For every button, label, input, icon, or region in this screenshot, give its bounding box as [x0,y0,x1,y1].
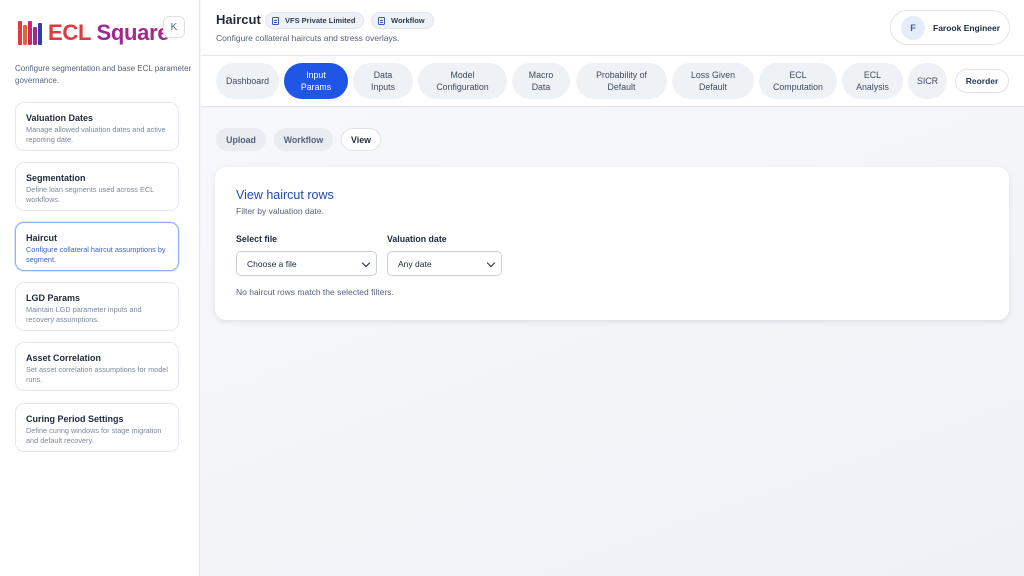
tab-label-line2: Analysis [856,82,889,92]
company-badge-label: VFS Private Limited [285,16,356,25]
sidebar-item-title: Curing Period Settings [26,414,124,424]
tab-label: Loss Given [690,70,735,80]
sidebar-item-title: Segmentation [26,173,86,183]
tab-label: SICR [916,76,939,86]
tab-input-params[interactable]: Input Params [284,63,348,99]
select-file-label: Select file [236,234,278,244]
tab-label-line2: Params [300,82,332,92]
logo-text-ecl: ECL [48,20,91,45]
logo-bars-icon [18,21,44,45]
tab-label: ECL [863,70,882,80]
tab-probability-of-default[interactable]: Probability of Default [576,63,667,99]
sidebar-item-title: Valuation Dates [26,113,94,123]
card-subtitle: Filter by valuation date. [236,206,324,216]
tab-dashboard[interactable]: Dashboard [216,63,279,99]
tab-label: Probability of [596,70,647,80]
page-header: Haircut VFS Private Limited Workflow Con… [201,0,1024,56]
main-content: Upload Workflow View View haircut rows F… [201,108,1024,576]
sidebar-item-title: Asset Correlation [26,353,102,363]
building-icon [272,16,279,25]
sidebar-item-subtitle: Define curing windows for stage migratio… [26,426,162,445]
module-tabs: Dashboard Input Params Data Inputs Model Co… [201,56,1024,107]
sidebar-item-haircut[interactable]: Haircut Configure collateral haircut ass… [15,222,179,271]
user-name: Farook Engineer [933,22,1001,33]
tab-sicr[interactable]: SICR [908,63,947,99]
tab-label: Model [450,70,475,80]
tab-label-line2: Inputs [371,82,395,92]
empty-state-message: No haircut rows match the selected filte… [236,287,394,297]
sidebar-item-curing-period-settings[interactable]: Curing Period Settings Define curing win… [15,403,179,452]
avatar: F [901,15,925,40]
chevron-down-icon [361,258,371,268]
sidebar: ECL Square K Configure segmentation and … [0,0,200,576]
sidebar-item-subtitle: Maintain LGD parameter inputs and recove… [26,305,142,324]
tab-ecl-computation[interactable]: ECL Computation [759,63,837,99]
tab-label: Input [306,70,326,80]
tab-macro-data[interactable]: Macro Data [512,63,570,99]
reorder-button[interactable]: Reorder [955,69,1009,93]
tab-model-configuration[interactable]: Model Configuration [418,63,507,99]
workflow-icon [378,16,385,25]
sidebar-item-valuation-dates[interactable]: Valuation Dates Manage allowed valuation… [15,102,179,151]
page-title: Haircut [216,12,261,27]
sidebar-item-subtitle: Set asset correlation assumptions for mo… [26,365,168,384]
logo-text: ECL Square [48,20,170,46]
company-badge[interactable]: VFS Private Limited [265,12,365,29]
tab-label-line2: Configuration [436,82,489,92]
card-title: View haircut rows [236,188,334,202]
tab-data-inputs[interactable]: Data Inputs [353,63,413,99]
workflow-badge[interactable]: Workflow [371,12,434,29]
subtab-workflow[interactable]: Workflow [274,128,333,151]
subtab-view[interactable]: View [341,128,381,151]
tab-label: Macro [528,70,554,80]
tab-label: Dashboard [225,76,270,86]
sidebar-description: Configure segmentation and base ECL para… [15,64,192,85]
subtab-upload[interactable]: Upload [216,128,266,151]
chevron-down-icon [486,258,496,268]
select-file-dropdown[interactable]: Choose a file [236,251,377,276]
tab-ecl-analysis[interactable]: ECL Analysis [842,63,903,99]
valuation-date-value: Any date [398,258,432,269]
sidebar-item-segmentation[interactable]: Segmentation Define loan segments used a… [15,162,179,211]
valuation-date-dropdown[interactable]: Any date [387,251,502,276]
select-file-value: Choose a file [247,258,297,269]
sidebar-item-lgd-params[interactable]: LGD Params Maintain LGD parameter inputs… [15,282,179,331]
sidebar-item-title: Haircut [26,233,58,243]
sidebar-item-subtitle: Define loan segments used across ECL wor… [26,185,154,204]
workflow-badge-label: Workflow [391,16,425,25]
valuation-date-label: Valuation date [387,234,447,244]
tab-label: ECL [789,70,807,80]
tab-label: Data [373,70,393,80]
tab-loss-given-default[interactable]: Loss Given Default [672,63,754,99]
sidebar-collapse-button[interactable]: K [163,16,185,38]
logo-text-square: Square [96,20,170,45]
tab-label-line2: Computation [773,82,823,92]
page-subtitle: Configure collateral haircuts and stress… [216,33,400,43]
user-menu[interactable]: F Farook Engineer [890,10,1010,45]
tab-label-line2: Data [531,82,551,92]
sidebar-item-title: LGD Params [26,293,81,303]
tab-label-line2: Default [699,82,727,92]
app-logo[interactable]: ECL Square [18,20,170,46]
sidebar-item-asset-correlation[interactable]: Asset Correlation Set asset correlation … [15,342,179,391]
tab-label-line2: Default [607,82,636,92]
view-haircut-card: View haircut rows Filter by valuation da… [215,167,1009,320]
sidebar-item-subtitle: Manage allowed valuation dates and activ… [26,125,166,144]
sidebar-item-subtitle: Configure collateral haircut assumptions… [26,245,166,264]
